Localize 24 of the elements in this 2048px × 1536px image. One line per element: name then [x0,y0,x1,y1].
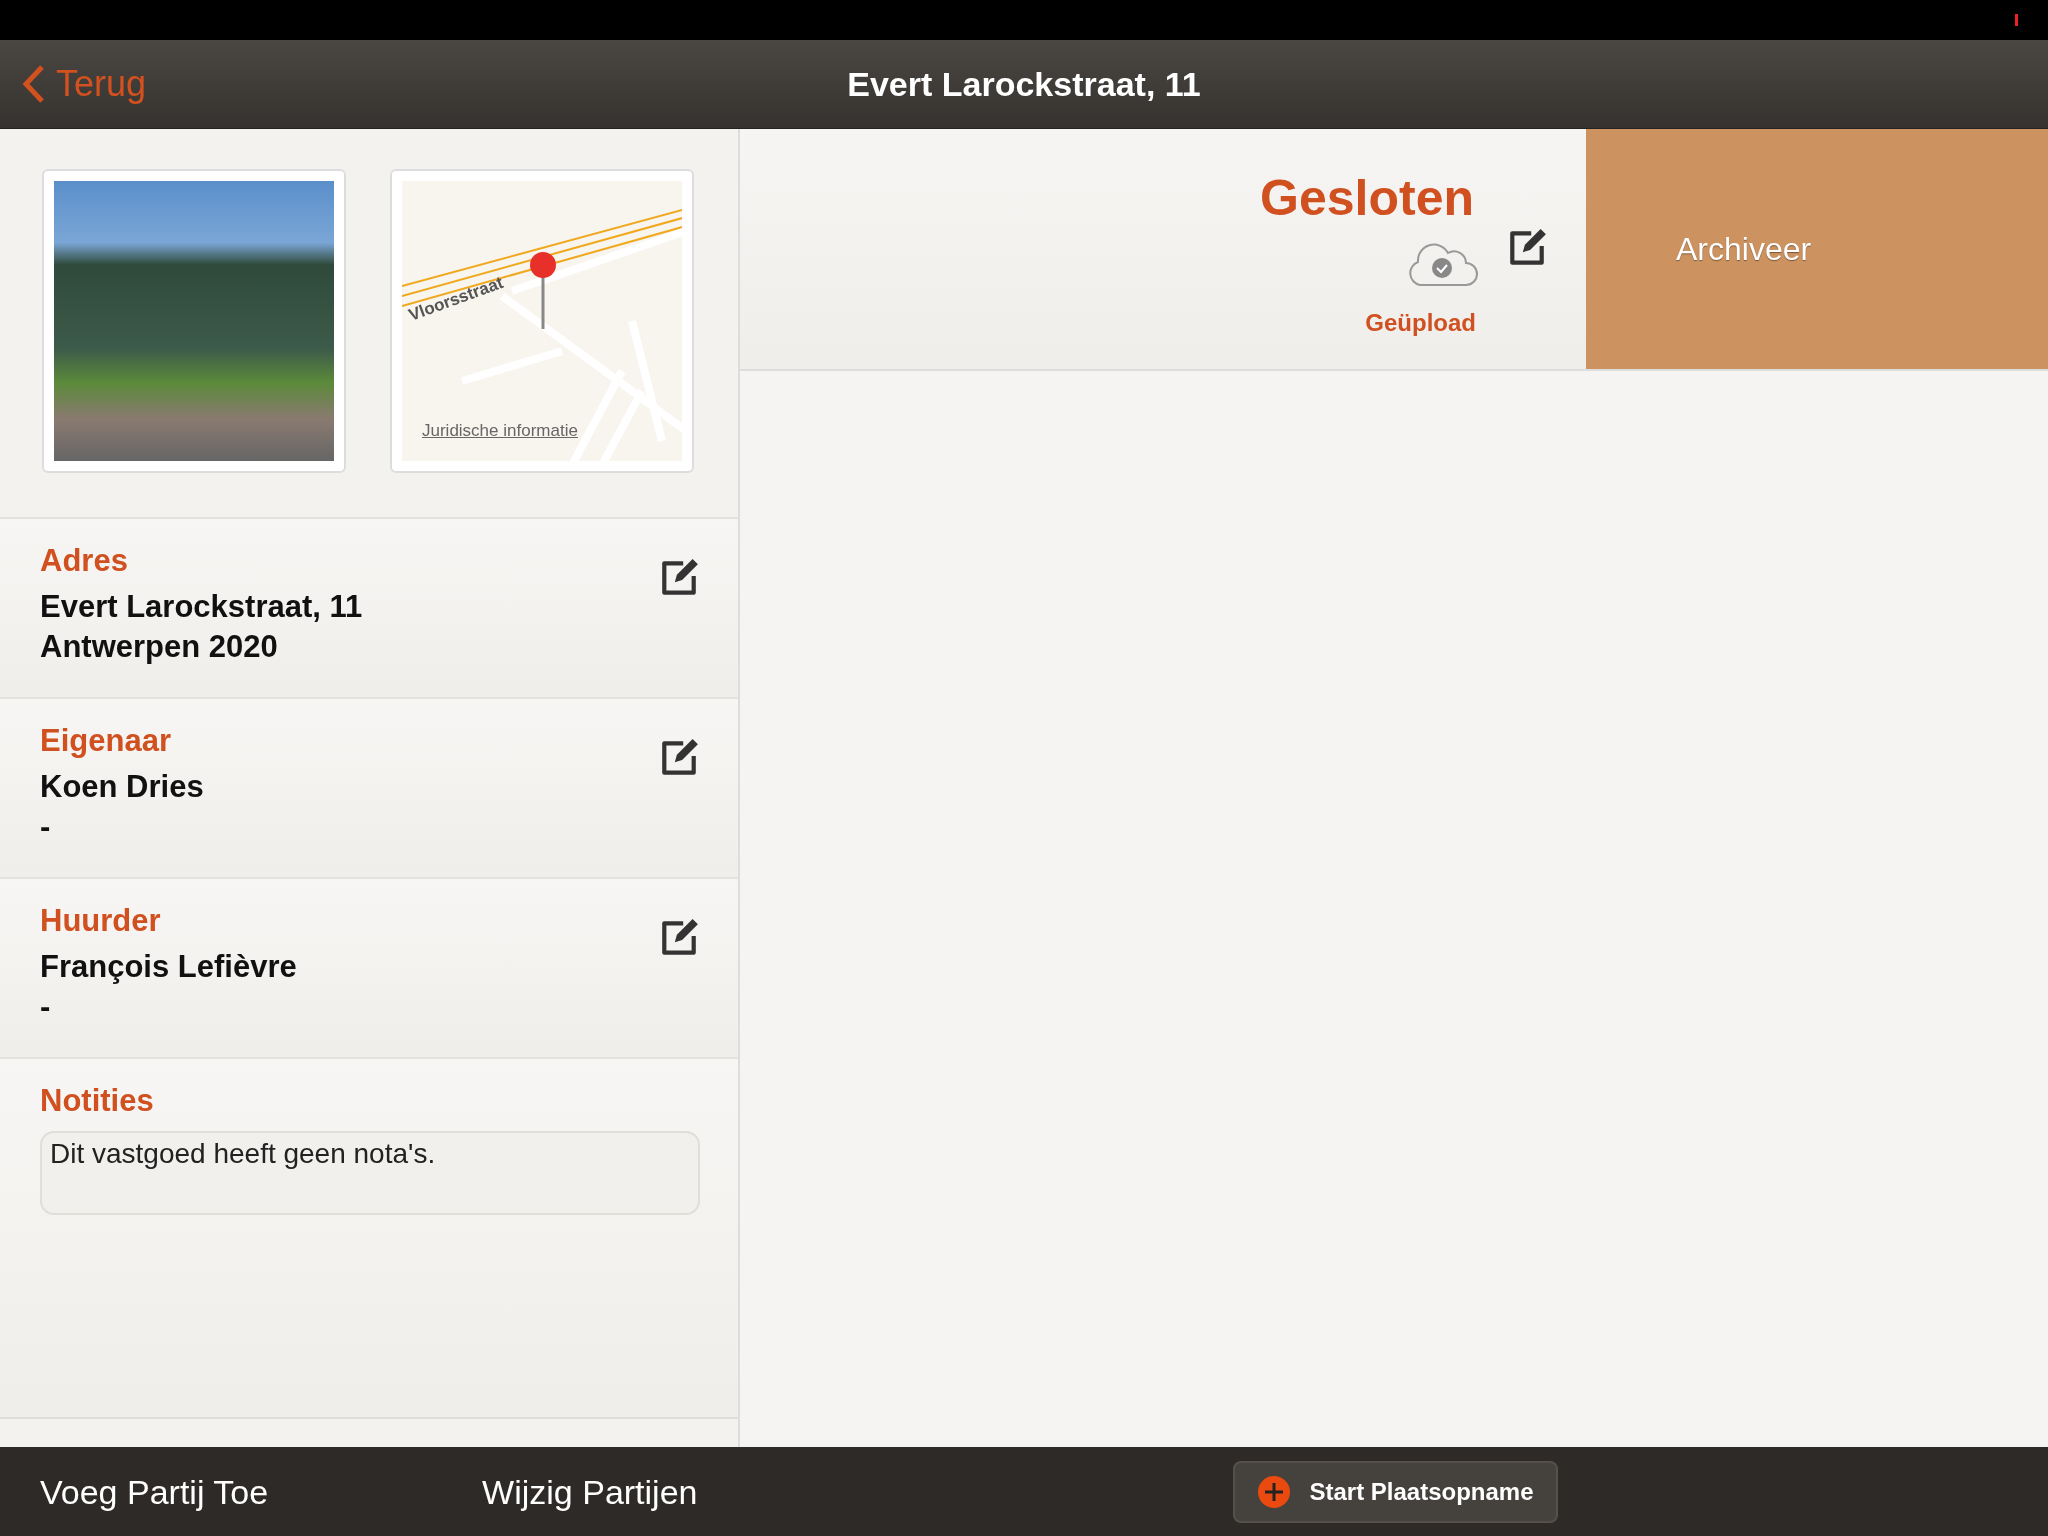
section-value: Koen Dries [40,768,205,806]
section-label: Adres [40,543,129,579]
edit-parties-button[interactable]: Wijzig Partijen [482,1472,698,1512]
map-pin-icon [528,251,558,331]
section-value: - [40,808,52,846]
add-party-button[interactable]: Voeg Partij Toe [40,1472,269,1512]
signal-icon [2015,14,2018,26]
section-label: Huurder [40,903,162,939]
photo-frame[interactable] [42,169,346,473]
notes-field[interactable]: Dit vastgoed heeft geen nota's. [40,1131,700,1215]
upload-status: Geüpload [1365,309,1476,337]
plus-icon [1257,1475,1292,1509]
status-title: Gesloten [1260,169,1474,227]
cloud-check-icon [1406,241,1478,287]
legal-link[interactable]: Juridische informatie [422,421,578,441]
start-button[interactable]: Start Plaatsopname [1233,1461,1558,1523]
section-value: - [40,988,52,1026]
section-value: Antwerpen 2020 [40,628,279,666]
section-value: Evert Larockstraat, 11 [40,588,364,626]
section-label: Notities [40,1083,155,1119]
section-value: François Lefièvre [40,948,298,986]
page-title: Evert Larockstraat, 11 [847,64,1201,103]
chevron-left-icon [22,64,46,104]
section-label: Eigenaar [40,723,172,759]
